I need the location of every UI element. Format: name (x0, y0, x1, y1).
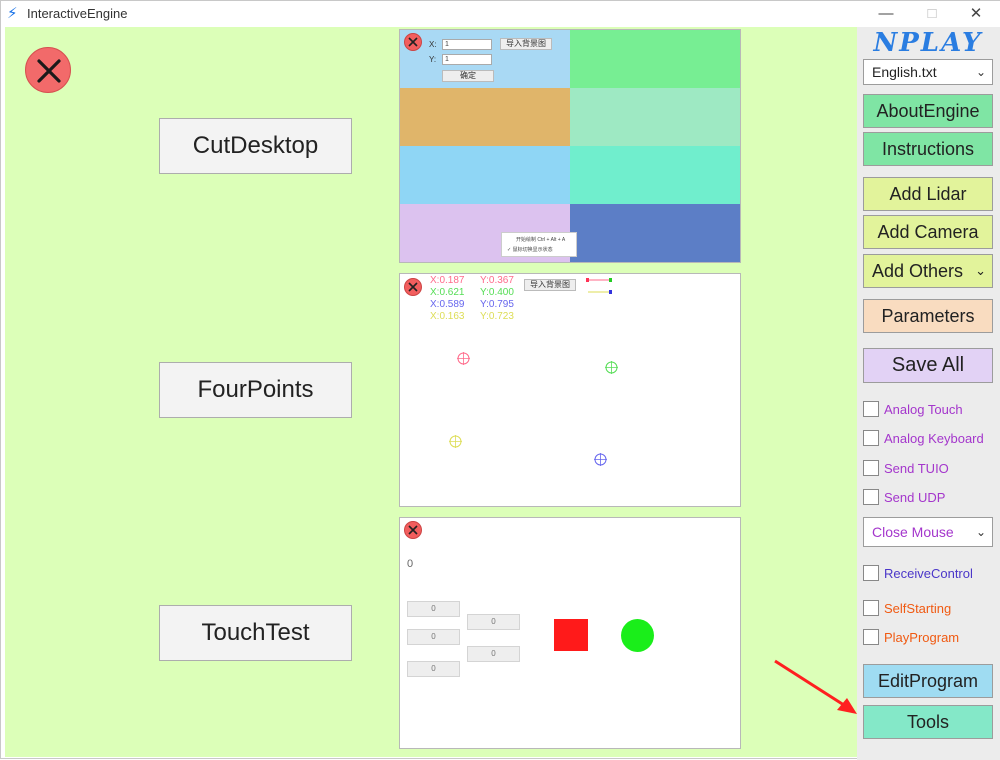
coord-y: Y:0.723 (480, 311, 514, 322)
mini-legend-icon (586, 278, 612, 294)
preview-cell (570, 146, 740, 204)
coord-y: Y:0.400 (480, 287, 514, 298)
preview-cell (570, 204, 740, 262)
app-lightning-icon: ⚡ (7, 5, 18, 22)
chevron-down-icon: ⌄ (975, 65, 986, 79)
hint-line: 开始绘制 Ctrl + Alt + A (516, 237, 566, 243)
add-others-select[interactable]: Add Others ⌄ (863, 254, 993, 288)
sidebar: NPLAY English.txt ⌄ AboutEngine Instruct… (857, 27, 1000, 760)
red-arrow-annotation (774, 659, 857, 714)
close-window-button[interactable]: ✕ (953, 1, 999, 27)
checkbox-label: SelfStarting (884, 601, 952, 616)
checkbox-box[interactable] (863, 565, 879, 581)
window-title: InteractiveEngine (27, 6, 128, 21)
mouse-mode-value: Close Mouse (872, 524, 954, 540)
language-file-select[interactable]: English.txt ⌄ (863, 59, 993, 85)
chevron-down-icon: ⌄ (975, 263, 986, 278)
preview-cell (570, 30, 740, 88)
coord-x: X:0.163 (430, 311, 465, 322)
preview-cell (570, 88, 740, 146)
target-point-icon (457, 352, 470, 365)
checkbox-label: Analog Touch (884, 402, 963, 417)
coord-y: Y:0.795 (480, 299, 514, 310)
checkbox-box[interactable] (863, 460, 879, 476)
touch-count: 0 (407, 558, 414, 570)
checkbox-box[interactable] (863, 489, 879, 505)
mouse-mode-select[interactable]: Close Mouse ⌄ (863, 517, 993, 547)
x-select: 1 (442, 39, 492, 50)
tools-button[interactable]: Tools (863, 705, 993, 739)
close-icon[interactable] (25, 47, 71, 93)
coord-x: X:0.621 (430, 287, 465, 298)
touch-field: 0 (467, 646, 520, 662)
preview-close-icon (404, 521, 422, 539)
touch-field: 0 (467, 614, 520, 630)
checkbox-box[interactable] (863, 430, 879, 446)
app-window: ⚡ InteractiveEngine — □ ✕ CutDesktop Fou… (0, 0, 1000, 760)
about-engine-button[interactable]: AboutEngine (863, 94, 993, 128)
coord-y: Y:0.367 (480, 275, 514, 286)
maximize-button[interactable]: □ (909, 1, 955, 27)
parameters-button[interactable]: Parameters (863, 299, 993, 333)
checkbox-box[interactable] (863, 600, 879, 616)
instructions-button[interactable]: Instructions (863, 132, 993, 166)
target-point-icon (594, 453, 607, 466)
green-circle-shape (621, 619, 654, 652)
checkbox-box[interactable] (863, 629, 879, 645)
language-file-value: English.txt (872, 64, 937, 80)
y-select: 1 (442, 54, 492, 65)
preview-cell (400, 146, 570, 204)
chevron-down-icon: ⌄ (975, 525, 986, 539)
cutdesktop-button[interactable]: CutDesktop (159, 118, 352, 174)
add-camera-button[interactable]: Add Camera (863, 215, 993, 249)
title-bar: ⚡ InteractiveEngine — □ ✕ (1, 1, 1000, 27)
target-point-icon (449, 435, 462, 448)
checkbox-box[interactable] (863, 401, 879, 417)
minimize-button[interactable]: — (863, 1, 909, 27)
save-all-button[interactable]: Save All (863, 348, 993, 383)
nplay-logo: NPLAY (873, 28, 983, 58)
fourpoints-button[interactable]: FourPoints (159, 362, 352, 418)
checkbox-label: Analog Keyboard (884, 431, 984, 446)
touchtest-button[interactable]: TouchTest (159, 605, 352, 661)
checkbox-label: ReceiveControl (884, 566, 973, 581)
coord-x: X:0.187 (430, 275, 465, 286)
preview-cell (400, 88, 570, 146)
checkbox-label: PlayProgram (884, 630, 960, 645)
checkbox-label: Send TUIO (884, 461, 949, 476)
touch-field: 0 (407, 661, 460, 677)
import-background-button: 导入背景图 (524, 279, 576, 291)
touch-field: 0 (407, 601, 460, 617)
ok-button: 确定 (442, 70, 494, 82)
edit-program-button[interactable]: EditProgram (863, 664, 993, 698)
context-hint: 开始绘制 Ctrl + Alt + A ✓ 鼠标切换显示状态 (501, 232, 577, 257)
target-point-icon (605, 361, 618, 374)
import-background-button: 导入背景图 (500, 38, 552, 50)
x-label: X: (429, 40, 437, 49)
fourpoints-preview: X:0.187 Y:0.367 X:0.621 Y:0.400 X:0.589 … (399, 273, 741, 507)
y-label: Y: (429, 55, 437, 64)
cutdesktop-preview: X: 1 Y: 1 导入背景图 确定 开始绘制 Ctrl + Alt + A ✓… (399, 29, 741, 263)
coord-x: X:0.589 (430, 299, 465, 310)
checkbox-label: Send UDP (884, 490, 946, 505)
preview-close-icon (404, 33, 422, 51)
add-lidar-button[interactable]: Add Lidar (863, 177, 993, 211)
add-others-label: Add Others (872, 261, 964, 281)
preview-close-icon (404, 278, 422, 296)
hint-line: ✓ 鼠标切换显示状态 (507, 247, 553, 253)
red-square-shape (554, 619, 588, 651)
touch-field: 0 (407, 629, 460, 645)
touchtest-preview: 0 0 0 0 0 0 (399, 517, 741, 749)
